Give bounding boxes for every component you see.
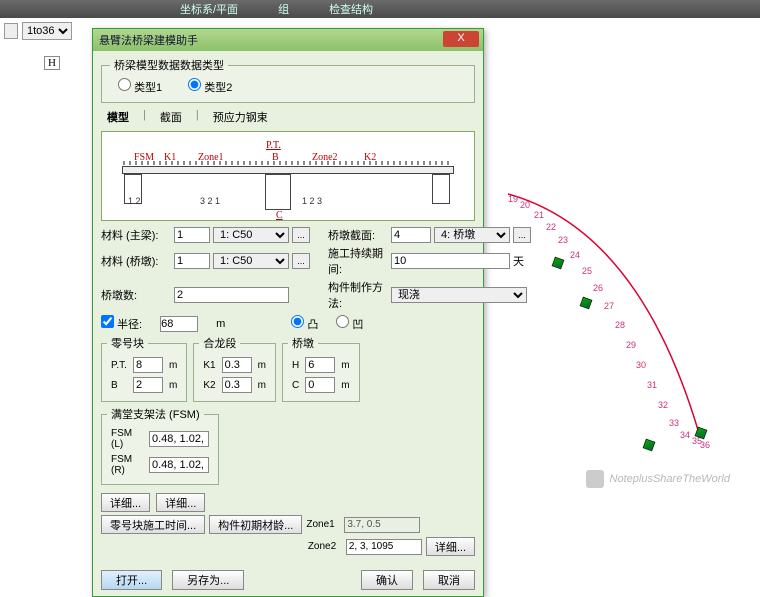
- dialog-footer: 打开... 另存为... 确认 取消: [93, 564, 483, 596]
- btn-mat-main-more[interactable]: ...: [292, 227, 310, 243]
- node-label: 36: [700, 440, 710, 450]
- lbl-duration: 施工持续期间:: [328, 245, 388, 277]
- node-label: 19: [508, 194, 518, 204]
- btn-zero-time[interactable]: 零号块施工时间...: [101, 515, 205, 534]
- node-label: 27: [604, 301, 614, 311]
- grp-fsm: 满堂支架法 (FSM) FSM (L) FSM (R): [101, 406, 219, 485]
- in-fsm-r[interactable]: [149, 457, 209, 473]
- data-type-legend: 桥梁模型数据数据类型: [110, 57, 228, 73]
- node-label: 32: [658, 400, 668, 410]
- open-button[interactable]: 打开...: [101, 570, 162, 590]
- in-zone2[interactable]: [346, 539, 422, 555]
- wechat-icon: [586, 470, 604, 488]
- node-label: 31: [647, 380, 657, 390]
- node-label: 22: [546, 222, 556, 232]
- selection-combo-row: 1to36: [4, 22, 72, 40]
- in-pier-count[interactable]: [174, 287, 289, 303]
- in-k1[interactable]: [222, 357, 252, 373]
- btn-zone-detail[interactable]: 详细...: [426, 537, 475, 556]
- node-label: 30: [636, 360, 646, 370]
- node-label: 20: [520, 200, 530, 210]
- in-duration[interactable]: [391, 253, 510, 269]
- sel-method[interactable]: 现浇: [391, 287, 527, 303]
- in-b[interactable]: [133, 377, 163, 393]
- app-ribbon: 坐标系/平面 组 检查结构: [0, 0, 760, 18]
- lbl-pier-sec: 桥墩截面:: [328, 227, 388, 243]
- in-h[interactable]: [305, 357, 335, 373]
- radio-type1[interactable]: 类型1: [118, 78, 162, 95]
- node-label: 21: [534, 210, 544, 220]
- lbl-day: 天: [513, 253, 527, 269]
- lbl-mat-pier: 材料 (桥墩):: [101, 253, 171, 269]
- node-cube-icon: [580, 297, 593, 310]
- node-cube-icon: [643, 439, 656, 452]
- radio-concave[interactable]: 凹: [336, 315, 363, 332]
- btn-detail2[interactable]: 详细...: [156, 493, 205, 512]
- saveas-button[interactable]: 另存为...: [172, 570, 244, 590]
- node-label: 34: [680, 430, 690, 440]
- in-pier-sec-n[interactable]: [391, 227, 431, 243]
- combo-prev-icon[interactable]: [4, 23, 18, 39]
- tab-model[interactable]: 模型: [103, 107, 133, 127]
- data-type-group: 桥梁模型数据数据类型 类型1 类型2: [101, 57, 475, 103]
- node-label: 28: [615, 320, 625, 330]
- vertical-toolbar: H: [44, 56, 60, 70]
- btn-init-age[interactable]: 构件初期材龄...: [209, 515, 302, 534]
- node-label: 29: [626, 340, 636, 350]
- bridge-diagram: FSM K1 Zone1 P.T. B Zone2 K2 H C 1 2 3 2…: [101, 131, 475, 221]
- grp-pier: 桥墩 Hm Cm: [282, 335, 360, 402]
- in-zone1[interactable]: [344, 517, 420, 533]
- grp-zero-block: 零号块 P.T.m Bm: [101, 335, 187, 402]
- sel-mat-main[interactable]: 1: C50: [213, 227, 289, 243]
- in-fsm-l[interactable]: [149, 431, 209, 447]
- node-label: 24: [570, 250, 580, 260]
- tab-section[interactable]: 截面: [156, 107, 186, 127]
- btn-mat-pier-more[interactable]: ...: [292, 253, 310, 269]
- watermark: NoteplusShareTheWorld: [586, 470, 730, 488]
- in-pt[interactable]: [133, 357, 163, 373]
- material-form: 材料 (主梁): 1: C50 ... 桥墩截面: 4: 桥墩 ... 材料 (…: [101, 227, 475, 311]
- dialog-titlebar[interactable]: 悬臂法桥梁建模助手 X: [93, 29, 483, 51]
- ribbon-tab-group[interactable]: 组: [278, 1, 289, 17]
- btn-detail1[interactable]: 详细...: [101, 493, 150, 512]
- cantilever-wizard-dialog: 悬臂法桥梁建模助手 X 桥梁模型数据数据类型 类型1 类型2 模型| 截面| 预…: [92, 28, 484, 597]
- in-k2[interactable]: [222, 377, 252, 393]
- in-mat-main-n[interactable]: [174, 227, 210, 243]
- sel-pier-sec[interactable]: 4: 桥墩: [434, 227, 510, 243]
- in-c[interactable]: [305, 377, 335, 393]
- selection-combo[interactable]: 1to36: [22, 22, 72, 40]
- node-label: 33: [669, 418, 679, 428]
- node-label: 23: [558, 235, 568, 245]
- radio-type2[interactable]: 类型2: [188, 78, 232, 95]
- dialog-title: 悬臂法桥梁建模助手: [99, 35, 198, 47]
- tab-strip: 模型| 截面| 预应力钢束: [103, 107, 475, 127]
- ribbon-tab-check[interactable]: 检查结构: [329, 1, 373, 17]
- ok-button[interactable]: 确认: [361, 570, 413, 590]
- sel-mat-pier[interactable]: 1: C50: [213, 253, 289, 269]
- ribbon-tab-coord[interactable]: 坐标系/平面: [180, 1, 238, 17]
- lbl-method: 构件制作方法:: [328, 279, 388, 311]
- tool-icon[interactable]: H: [44, 56, 60, 70]
- btn-pier-sec-more[interactable]: ...: [513, 227, 531, 243]
- in-radius[interactable]: [160, 316, 198, 332]
- node-label: 25: [582, 266, 592, 276]
- node-cube-icon: [552, 257, 565, 270]
- tab-tendon[interactable]: 预应力钢束: [209, 107, 272, 127]
- in-mat-pier-n[interactable]: [174, 253, 210, 269]
- chk-radius[interactable]: 半径:: [101, 315, 142, 332]
- close-icon[interactable]: X: [443, 31, 479, 47]
- lbl-mat-main: 材料 (主梁):: [101, 227, 171, 243]
- radio-convex[interactable]: 凸: [291, 315, 318, 332]
- node-label: 26: [593, 283, 603, 293]
- lbl-pier-count: 桥墩数:: [101, 287, 171, 303]
- grp-closure: 合龙段 K1m K2m: [193, 335, 276, 402]
- cancel-button[interactable]: 取消: [423, 570, 475, 590]
